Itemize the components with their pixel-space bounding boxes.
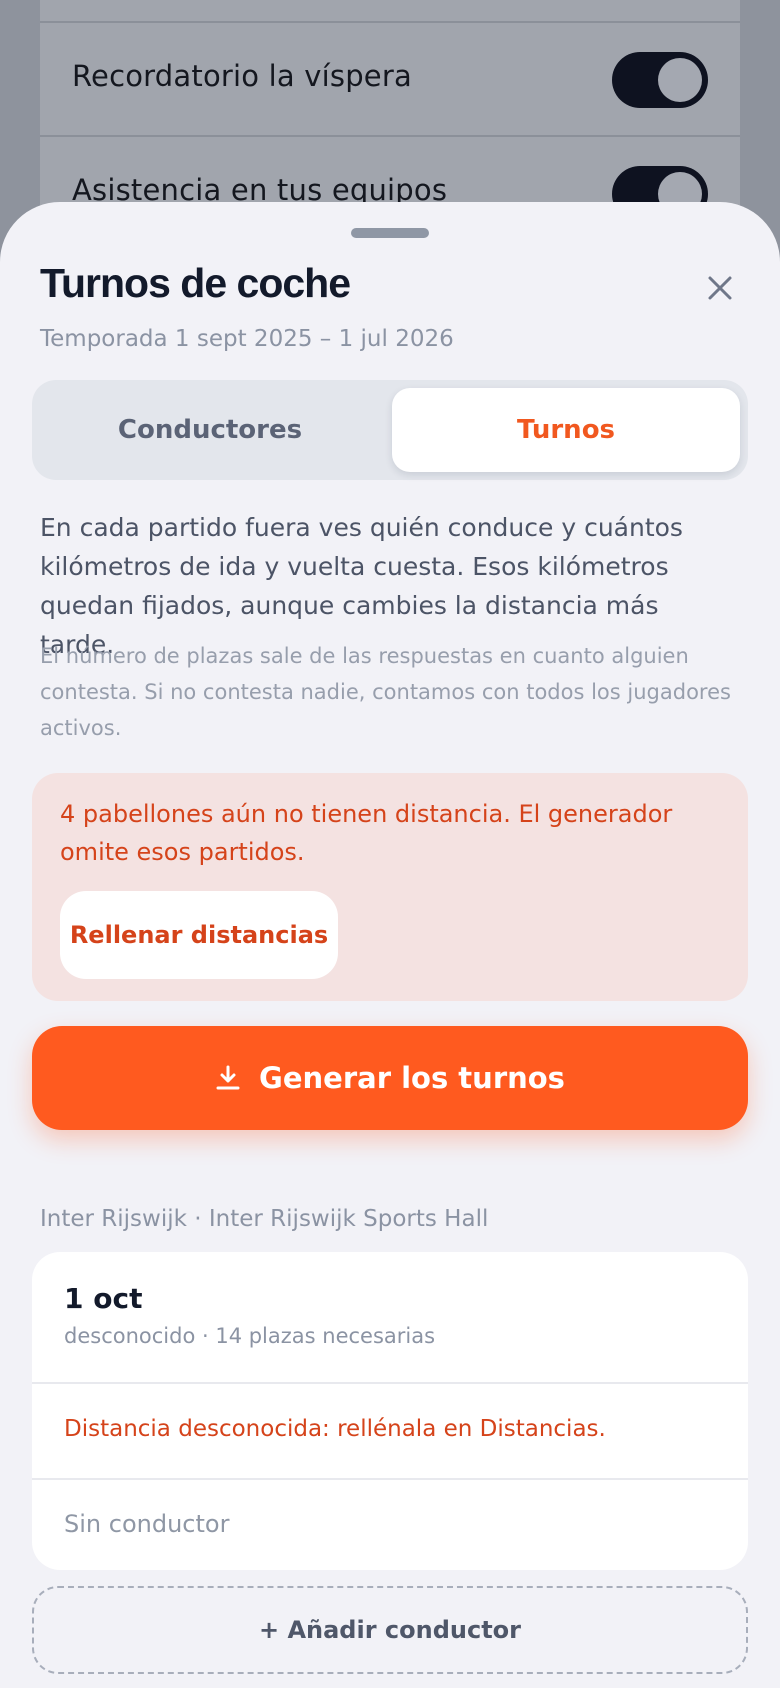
carpool-sheet: Turnos de coche Temporada 1 sept 2025 – … [0, 202, 780, 1688]
reminder-toggle[interactable] [612, 52, 708, 108]
sheet-title: Turnos de coche [40, 260, 351, 306]
venue-section-label: Inter Rijswijk · Inter Rijswijk Sports H… [40, 1206, 489, 1232]
setting-label: Recordatorio la víspera [72, 59, 412, 93]
generate-shifts-button[interactable]: Generar los turnos [32, 1026, 748, 1130]
season-subtitle: Temporada 1 sept 2025 – 1 jul 2026 [40, 326, 454, 352]
match-meta: desconocido · 14 plazas necesarias [64, 1324, 436, 1348]
segmented-control: Conductores Turnos [32, 380, 748, 480]
seats-note: El número de plazas sale de las respuest… [40, 644, 731, 740]
generate-button-label: Generar los turnos [259, 1061, 565, 1095]
warning-text: 4 pabellones aún no tienen distancia. El… [60, 800, 673, 866]
distance-unknown-warning: Distancia desconocida: rellénala en Dist… [64, 1416, 606, 1442]
close-button[interactable] [698, 266, 742, 310]
match-date: 1 oct [64, 1282, 143, 1315]
tab-shifts[interactable]: Turnos [392, 388, 740, 472]
sheet-grabber[interactable] [351, 228, 429, 238]
close-icon [708, 276, 732, 300]
missing-distance-warning: 4 pabellones aún no tienen distancia. El… [32, 773, 748, 1001]
setting-row-reminder: Recordatorio la víspera [40, 21, 740, 135]
divider [32, 1382, 748, 1384]
match-card: 1 oct desconocido · 14 plazas necesarias… [32, 1252, 748, 1570]
add-driver-button[interactable]: + Añadir conductor [32, 1586, 748, 1674]
driver-status: Sin conductor [64, 1510, 230, 1538]
fill-distances-button[interactable]: Rellenar distancias [60, 891, 338, 979]
divider [32, 1478, 748, 1480]
toggle-knob [658, 58, 702, 102]
download-icon [216, 1065, 240, 1090]
tab-drivers[interactable]: Conductores [36, 388, 384, 472]
